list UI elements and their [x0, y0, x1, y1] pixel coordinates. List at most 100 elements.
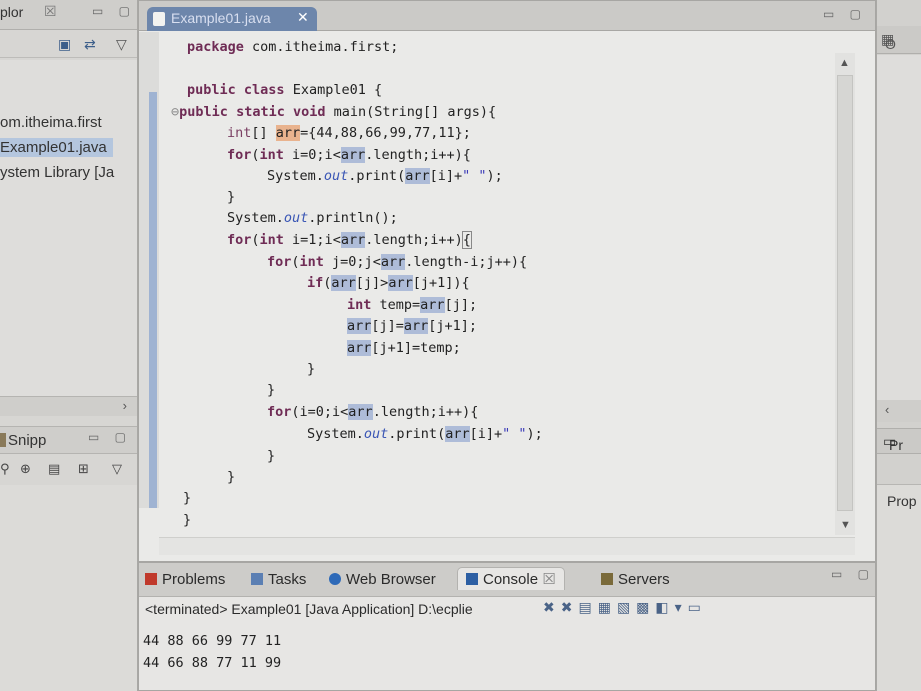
console-panel: Problems Tasks Web Browser Console ☒ Ser…	[138, 562, 876, 691]
snippets-body	[0, 485, 137, 691]
code-line: for(int i=1;i<arr.length;i++){	[227, 231, 472, 249]
console-tabbar: Problems Tasks Web Browser Console ☒ Ser…	[139, 563, 875, 597]
properties-body: Prop	[877, 484, 921, 691]
console-output-line: 44 88 66 99 77 11	[143, 633, 282, 649]
tree-item-system-library[interactable]: ystem Library [Ja	[0, 164, 114, 181]
link-editor-icon[interactable]: ⇄	[84, 36, 96, 53]
code-line: System.out.print(arr[i]+" ");	[267, 168, 503, 184]
scroll-down-icon[interactable]: ▼	[840, 519, 851, 531]
tasks-icon	[251, 573, 263, 585]
properties-tab-bar: ▭ Pr	[877, 428, 921, 454]
scrollbar-thumb[interactable]	[837, 75, 853, 511]
tab-web-browser[interactable]: Web Browser	[329, 571, 436, 588]
package-tree: om.itheima.first Example01.java ystem Li…	[0, 60, 137, 396]
tree-item-example01[interactable]: Example01.java	[0, 138, 113, 157]
tab-tasks-label: Tasks	[268, 571, 307, 588]
snippets-minmax-icons[interactable]: ▭ ▢	[88, 430, 132, 444]
editor-hscrollbar[interactable]	[159, 537, 855, 555]
console-status: <terminated> Example01 [Java Application…	[145, 601, 473, 617]
tab-problems[interactable]: Problems	[145, 571, 225, 588]
code-line: }	[183, 490, 192, 506]
outline-hscrollbar[interactable]: ‹	[877, 400, 921, 422]
code-line: for(i=0;i<arr.length;i++){	[267, 404, 479, 420]
snippets-tab[interactable]: Snipp	[8, 432, 46, 449]
minimize-maximize-icons[interactable]: ▭ ▢	[92, 4, 136, 18]
globe-icon	[329, 573, 341, 585]
terminate-icon[interactable]: ✖	[543, 599, 561, 615]
package-explorer-panel: plor ☒ ▭ ▢ ▣ ⇄ ▽ om.itheima.first Exampl…	[0, 0, 138, 691]
snippets-menu-icon[interactable]: ▽	[112, 461, 122, 477]
scroll-right-icon[interactable]: ›	[123, 398, 127, 413]
console-toolbar: ✖✖▤▦▧▩◧▾▭	[543, 599, 707, 616]
code-line: }	[227, 189, 236, 205]
editor-tab-example01[interactable]: Example01.java ✕	[147, 7, 317, 31]
package-explorer-toolbar: ▣ ⇄ ▽	[0, 30, 137, 58]
pr-label: Pr	[889, 437, 903, 453]
java-file-icon	[153, 12, 165, 26]
fit-icon[interactable]: ⊞	[78, 461, 89, 477]
tab-web-browser-label: Web Browser	[346, 571, 436, 588]
code-area[interactable]: package com.itheima.first; public class …	[171, 35, 833, 545]
tab-problems-label: Problems	[162, 571, 226, 588]
scope-marker	[149, 92, 157, 508]
word-wrap-icon[interactable]: ▧	[617, 599, 636, 615]
remove-all-icon[interactable]: ✖	[561, 599, 579, 615]
console-output-line: 44 66 88 77 11 99	[143, 655, 282, 671]
pr-tab[interactable]: ▭ Pr	[883, 433, 903, 453]
snippets-toolbar: ⚲ ⊕ ▤ ⊞ ▽	[0, 455, 137, 485]
code-line: int[] arr={44,88,66,99,77,11};	[227, 125, 471, 141]
outline-tab[interactable]: ▦ O	[881, 31, 896, 52]
code-line: System.out.print(arr[i]+" ");	[307, 426, 543, 442]
code-line: for(int i=0;i<arr.length;i++){	[227, 147, 471, 163]
editor-vscrollbar[interactable]: ▲ ▼	[835, 53, 855, 535]
tree-item-package[interactable]: om.itheima.first	[0, 114, 102, 131]
tab-servers[interactable]: Servers	[601, 571, 670, 588]
collapse-all-icon[interactable]: ▣	[58, 36, 71, 53]
clear-console-icon[interactable]: ▤	[578, 599, 597, 615]
outline-panel: ▦ O ‹ ▭ Pr Prop	[876, 0, 921, 691]
close-console-icon[interactable]: ☒	[542, 571, 555, 588]
code-line: public class Example01 {	[187, 82, 383, 98]
code-line: System.out.println();	[227, 210, 398, 226]
editor-minmax-icons[interactable]: ▭ ▢	[823, 7, 867, 21]
code-line: }	[267, 382, 276, 398]
tab-console[interactable]: Console ☒	[457, 567, 565, 590]
package-explorer-title: plor	[0, 4, 24, 20]
scroll-left-icon[interactable]: ‹	[885, 402, 889, 417]
scroll-up-icon[interactable]: ▲	[839, 57, 850, 69]
open-console-icon[interactable]: ▾	[675, 599, 688, 615]
snippets-header: Snipp ▭ ▢	[0, 426, 137, 454]
tab-console-label: Console	[483, 571, 539, 588]
zoom-icon[interactable]: ⚲	[0, 461, 10, 477]
code-line: if(arr[j]>arr[j+1]){	[307, 275, 470, 291]
code-line: }	[307, 361, 316, 377]
view-menu-icon[interactable]: ▽	[116, 36, 127, 53]
scroll-lock-icon[interactable]: ▦	[598, 599, 617, 615]
new-console-icon[interactable]: ▭	[688, 599, 707, 615]
code-line: ⊖public static void main(String[] args){	[171, 104, 497, 120]
code-line: }	[267, 448, 276, 464]
close-icon[interactable]: ☒	[44, 3, 57, 20]
zoom-in-icon[interactable]: ⊕	[20, 461, 31, 477]
console-minmax-icons[interactable]: ▭ ▢	[831, 567, 875, 581]
pin-console-icon[interactable]: ▩	[636, 599, 655, 615]
code-line: package com.itheima.first;	[187, 39, 399, 55]
properties-label: Prop	[887, 493, 917, 509]
code-editor: Example01.java ✕ ▭ ▢ package com.itheima…	[138, 0, 876, 562]
outline-header: ▦ O	[877, 26, 921, 54]
code-line: }	[227, 469, 236, 485]
tab-servers-label: Servers	[618, 571, 670, 588]
display-console-icon[interactable]: ◧	[655, 599, 674, 615]
tab-tasks[interactable]: Tasks	[251, 571, 306, 588]
snippets-icon	[0, 433, 6, 447]
close-tab-icon[interactable]: ✕	[297, 9, 309, 26]
editor-tabbar: Example01.java ✕ ▭ ▢	[139, 1, 875, 31]
servers-icon	[601, 573, 613, 585]
code-line: }	[183, 512, 192, 528]
package-tree-hscrollbar[interactable]: ›	[0, 396, 137, 416]
zoom-100-icon[interactable]: ▤	[48, 461, 60, 477]
code-line: arr[j]=arr[j+1];	[347, 318, 478, 334]
console-icon	[466, 573, 478, 585]
code-line: for(int j=0;j<arr.length-i;j++){	[267, 254, 528, 270]
editor-gutter	[139, 32, 159, 508]
